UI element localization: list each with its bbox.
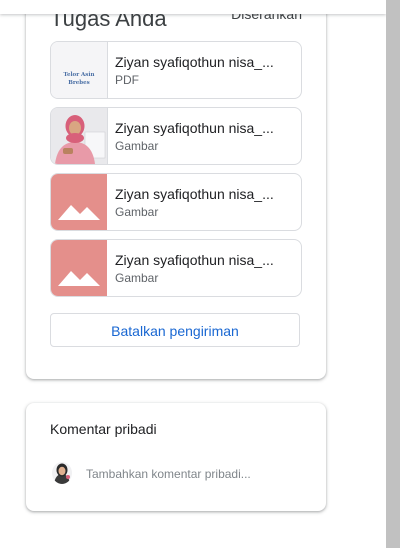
private-comments-card: Komentar pribadi <box>26 403 326 511</box>
attachment-item[interactable]: Ziyan syafiqothun nisa_... Gambar <box>50 173 302 231</box>
image-placeholder-icon <box>51 174 107 230</box>
scrollbar[interactable] <box>386 0 400 548</box>
image-placeholder-icon <box>51 240 107 296</box>
pdf-thumb-text-line: Brebes <box>68 80 90 86</box>
attachment-name: Ziyan syafiqothun nisa_... <box>115 252 274 268</box>
top-bar-edge <box>0 0 386 14</box>
private-comment-input[interactable] <box>86 464 301 484</box>
attachment-name: Ziyan syafiqothun nisa_... <box>115 120 274 136</box>
pdf-document-thumbnail: Telor Asin Brebes <box>51 42 108 98</box>
attachment-type: PDF <box>115 73 139 87</box>
private-comments-title: Komentar pribadi <box>50 421 157 437</box>
avatar <box>52 462 72 484</box>
attachment-name: Ziyan syafiqothun nisa_... <box>115 54 274 70</box>
attachment-item[interactable]: Ziyan syafiqothun nisa_... Gambar <box>50 239 302 297</box>
photo-thumbnail <box>51 108 108 164</box>
unsubmit-button[interactable]: Batalkan pengiriman <box>50 313 300 347</box>
attachment-type: Gambar <box>115 205 159 219</box>
your-work-card: Tugas Anda Diserahkan Telor Asin Brebes … <box>26 0 326 379</box>
attachment-type: Gambar <box>115 139 159 153</box>
scrollbar-thumb[interactable] <box>386 0 400 548</box>
pdf-thumb-text-line: Telor Asin <box>63 72 95 78</box>
attachment-name: Ziyan syafiqothun nisa_... <box>115 186 274 202</box>
attachment-item[interactable]: Telor Asin Brebes Ziyan syafiqothun nisa… <box>50 41 302 99</box>
attachment-type: Gambar <box>115 271 159 285</box>
attachment-item[interactable]: Ziyan syafiqothun nisa_... Gambar <box>50 107 302 165</box>
